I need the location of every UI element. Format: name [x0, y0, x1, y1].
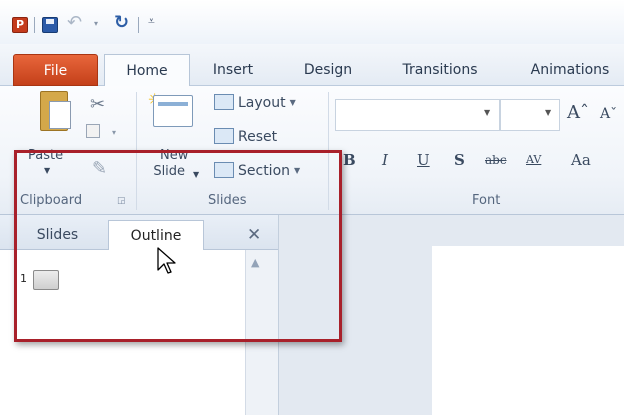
quick-access-toolbar: P ↶ ▾ ↻ ⩡ [0, 0, 624, 44]
copy-icon[interactable] [86, 124, 100, 138]
save-icon[interactable] [42, 17, 58, 33]
font-group-label: Font [472, 193, 501, 208]
toolbar-separator [138, 17, 139, 33]
tab-home[interactable]: Home [104, 54, 190, 87]
tab-design[interactable]: Design [294, 54, 362, 86]
layout-dropdown-icon: ▼ [289, 98, 296, 107]
layout-icon [214, 94, 234, 110]
ribbon-tabs: File Home Insert Design Transitions Anim… [0, 44, 624, 87]
cut-icon[interactable]: ✂ [90, 94, 105, 115]
underline-button[interactable]: U [417, 151, 430, 169]
bold-button[interactable]: B [343, 151, 356, 169]
copy-dropdown-icon[interactable]: ▾ [112, 128, 116, 137]
customize-toolbar-icon[interactable]: ⩡ [148, 14, 155, 29]
shrink-font-icon[interactable]: Aˇ [600, 106, 617, 122]
font-name-combobox[interactable] [335, 99, 500, 131]
italic-button[interactable]: I [382, 151, 388, 169]
strikethrough-button[interactable]: abc [485, 153, 507, 167]
undo-dropdown-icon[interactable]: ▾ [94, 19, 98, 28]
font-name-dropdown-icon[interactable]: ▼ [484, 108, 490, 117]
tab-file[interactable]: File [13, 54, 98, 86]
character-spacing-button[interactable]: AV [526, 153, 541, 166]
highlight-box [14, 150, 342, 342]
undo-icon[interactable]: ↶ [67, 12, 82, 33]
tab-transitions[interactable]: Transitions [392, 54, 488, 86]
tab-insert[interactable]: Insert [200, 54, 266, 86]
text-shadow-button[interactable]: S [454, 151, 465, 169]
change-case-button[interactable]: Aa [571, 151, 591, 169]
new-slide-icon[interactable] [153, 95, 193, 127]
reset-icon [214, 128, 234, 144]
font-size-dropdown-icon[interactable]: ▼ [545, 108, 551, 117]
grow-font-icon[interactable]: Aˆ [567, 102, 589, 123]
layout-label: Layout [238, 95, 286, 111]
paste-icon[interactable] [40, 91, 71, 131]
powerpoint-logo-icon[interactable]: P [12, 17, 28, 33]
layout-button[interactable]: Layout ▼ [214, 92, 296, 114]
toolbar-separator [34, 17, 35, 33]
reset-label: Reset [238, 129, 278, 145]
tab-animations[interactable]: Animations [522, 54, 618, 86]
redo-icon[interactable]: ↻ [114, 12, 129, 33]
slide-canvas[interactable] [432, 246, 624, 415]
reset-button[interactable]: Reset [214, 126, 277, 148]
